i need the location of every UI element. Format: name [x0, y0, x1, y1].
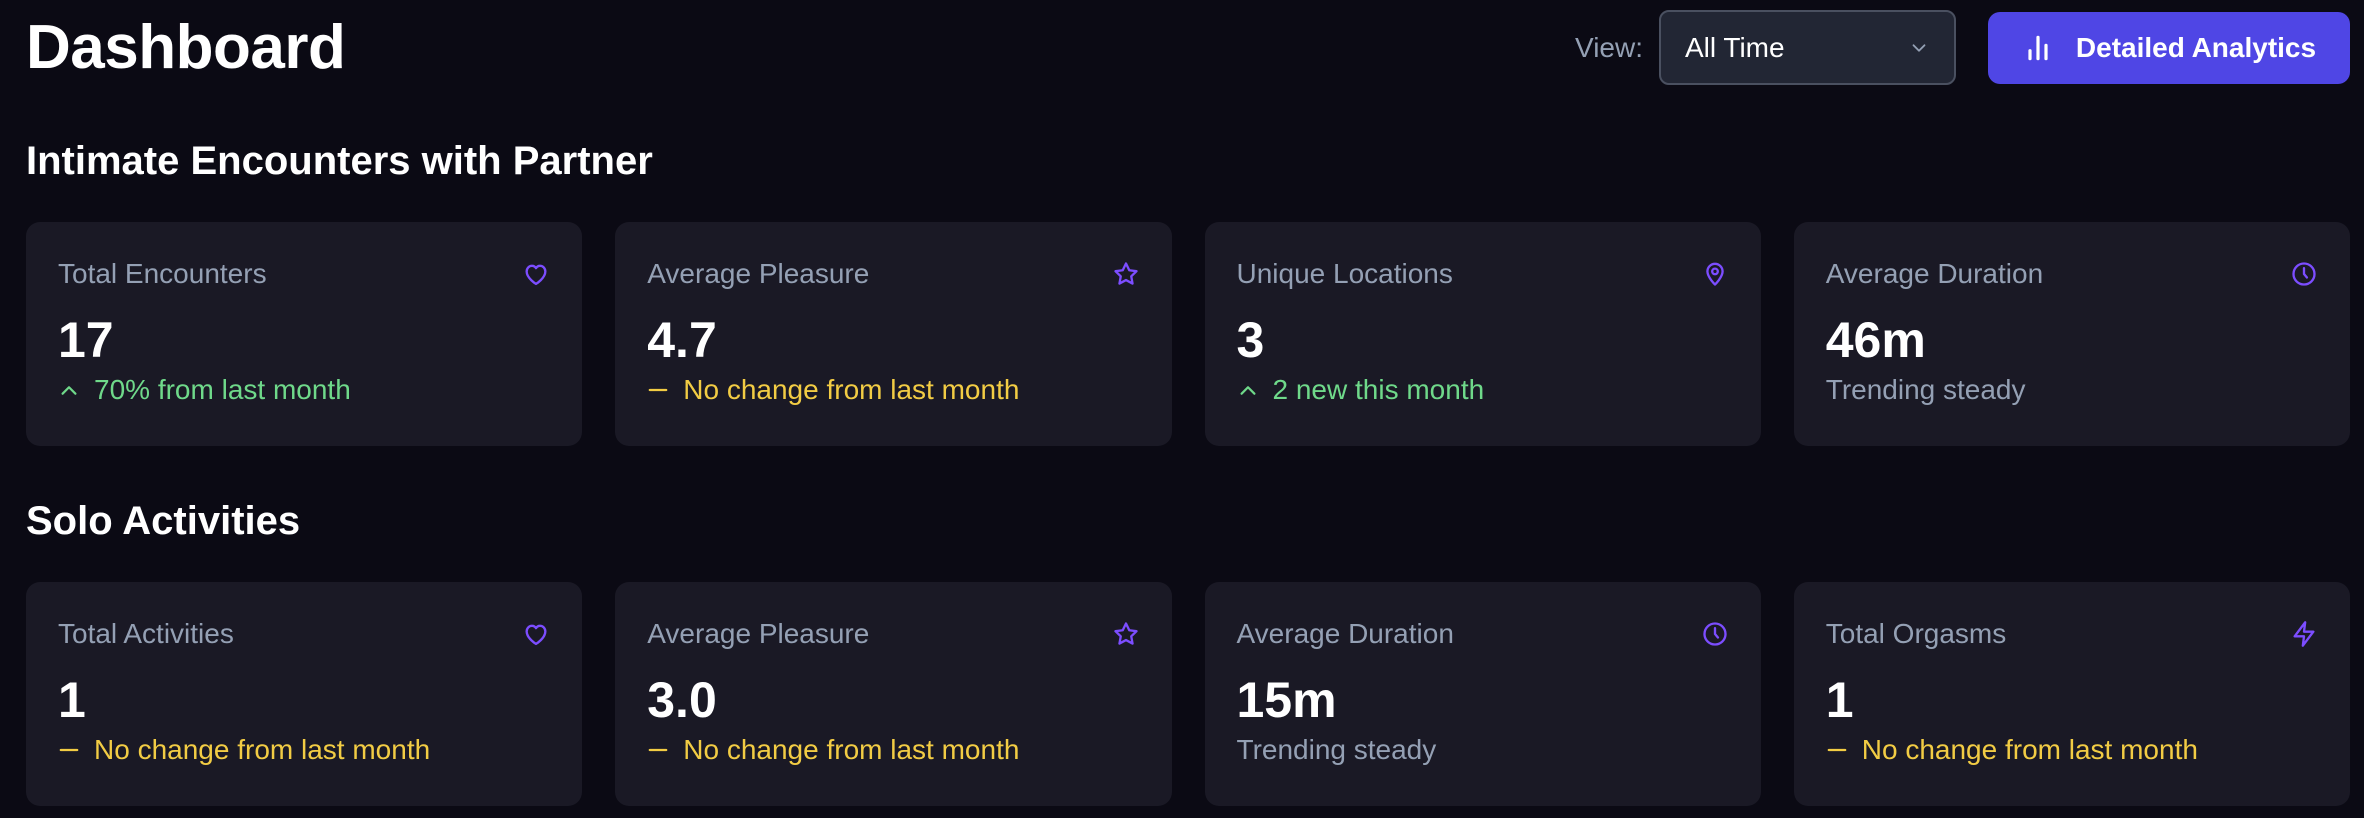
- card-value: 3: [1236, 312, 1265, 368]
- card-trend: 2 new this month: [1237, 372, 1485, 408]
- view-select[interactable]: All Time: [1659, 10, 1956, 85]
- card-trend: 70% from last month: [58, 372, 351, 408]
- card-trend-text: Trending steady: [1236, 734, 1437, 765]
- card-value: 46m: [1825, 312, 1926, 368]
- page-title: Dashboard: [26, 13, 346, 82]
- card-label: Total Activities: [58, 618, 234, 649]
- bar-chart-icon: [2028, 35, 2048, 60]
- partner-stats-row: Total Encounters 17 70% from last month …: [26, 222, 2350, 446]
- stat-card-average-duration: Average Duration 46m Trending steady: [1793, 222, 2350, 446]
- chevron-up-icon: [61, 386, 77, 395]
- stat-card-total-encounters: Total Encounters 17 70% from last month: [26, 222, 583, 446]
- card-trend: No change from last month: [58, 732, 430, 768]
- stat-card-unique-locations: Unique Locations 3 2 new this month: [1204, 222, 1761, 446]
- card-label: Average Pleasure: [647, 618, 870, 649]
- detailed-analytics-label: Detailed Analytics: [2075, 31, 2317, 63]
- minus-icon: [59, 748, 79, 752]
- stat-card-average-pleasure: Average Pleasure 4.7 No change from last…: [615, 222, 1172, 446]
- card-value: 17: [58, 312, 114, 368]
- view-select-value: All Time: [1685, 31, 1785, 63]
- card-label: Average Duration: [1825, 258, 2044, 289]
- stat-card-average-pleasure-solo: Average Pleasure 3.0 No change from last…: [615, 582, 1172, 806]
- minus-icon: [648, 748, 668, 752]
- view-label: View:: [1575, 31, 1643, 63]
- card-trend: No change from last month: [647, 732, 1019, 768]
- zap-icon: [2293, 621, 2315, 647]
- card-label: Unique Locations: [1236, 258, 1453, 289]
- card-value: 3.0: [647, 672, 717, 728]
- section-title-partner: Intimate Encounters with Partner: [26, 139, 653, 183]
- stat-card-total-orgasms: Total Orgasms 1 No change from last mont…: [1793, 582, 2350, 806]
- card-trend: No change from last month: [647, 372, 1019, 408]
- card-value: 1: [58, 672, 86, 728]
- clock-icon: [1703, 622, 1727, 646]
- star-icon: [1113, 262, 1138, 285]
- section-title-solo: Solo Activities: [26, 499, 301, 543]
- card-label: Total Orgasms: [1825, 618, 2007, 649]
- card-value: 15m: [1236, 672, 1337, 728]
- solo-stats-row: Total Activities 1 No change from last m…: [26, 582, 2350, 806]
- card-trend-text: 2 new this month: [1272, 374, 1485, 405]
- card-value: 1: [1825, 672, 1854, 728]
- card-trend-text: No change from last month: [683, 734, 1020, 765]
- card-trend-text: No change from last month: [94, 734, 431, 765]
- chevron-down-icon: [1912, 43, 1926, 52]
- star-icon: [1113, 622, 1138, 645]
- stat-card-average-duration-solo: Average Duration 15m Trending steady: [1204, 582, 1761, 806]
- map-pin-icon: [1706, 262, 1724, 286]
- card-trend-text: Trending steady: [1825, 374, 2026, 405]
- card-trend: Trending steady: [1826, 372, 2026, 408]
- header-controls: View: All Time Detailed Analytics: [1575, 10, 2350, 85]
- card-value: 4.7: [647, 312, 717, 368]
- detailed-analytics-button[interactable]: Detailed Analytics: [1988, 11, 2350, 84]
- card-trend-text: 70% from last month: [94, 374, 351, 405]
- card-label: Average Duration: [1236, 618, 1454, 649]
- chevron-up-icon: [1239, 386, 1256, 395]
- heart-icon: [525, 624, 547, 646]
- heart-icon: [525, 264, 547, 286]
- card-trend-text: No change from last month: [683, 374, 1020, 405]
- card-trend: Trending steady: [1237, 732, 1437, 768]
- clock-icon: [2292, 262, 2316, 286]
- minus-icon: [648, 388, 668, 392]
- card-label: Total Encounters: [58, 258, 267, 289]
- stat-card-total-activities: Total Activities 1 No change from last m…: [26, 582, 583, 806]
- card-trend-text: No change from last month: [1861, 734, 2198, 765]
- minus-icon: [1827, 748, 1847, 752]
- card-label: Average Pleasure: [647, 258, 870, 289]
- dashboard-page: Dashboard View: All Time Detailed Analyt…: [0, 0, 2364, 818]
- card-trend: No change from last month: [1826, 732, 2198, 768]
